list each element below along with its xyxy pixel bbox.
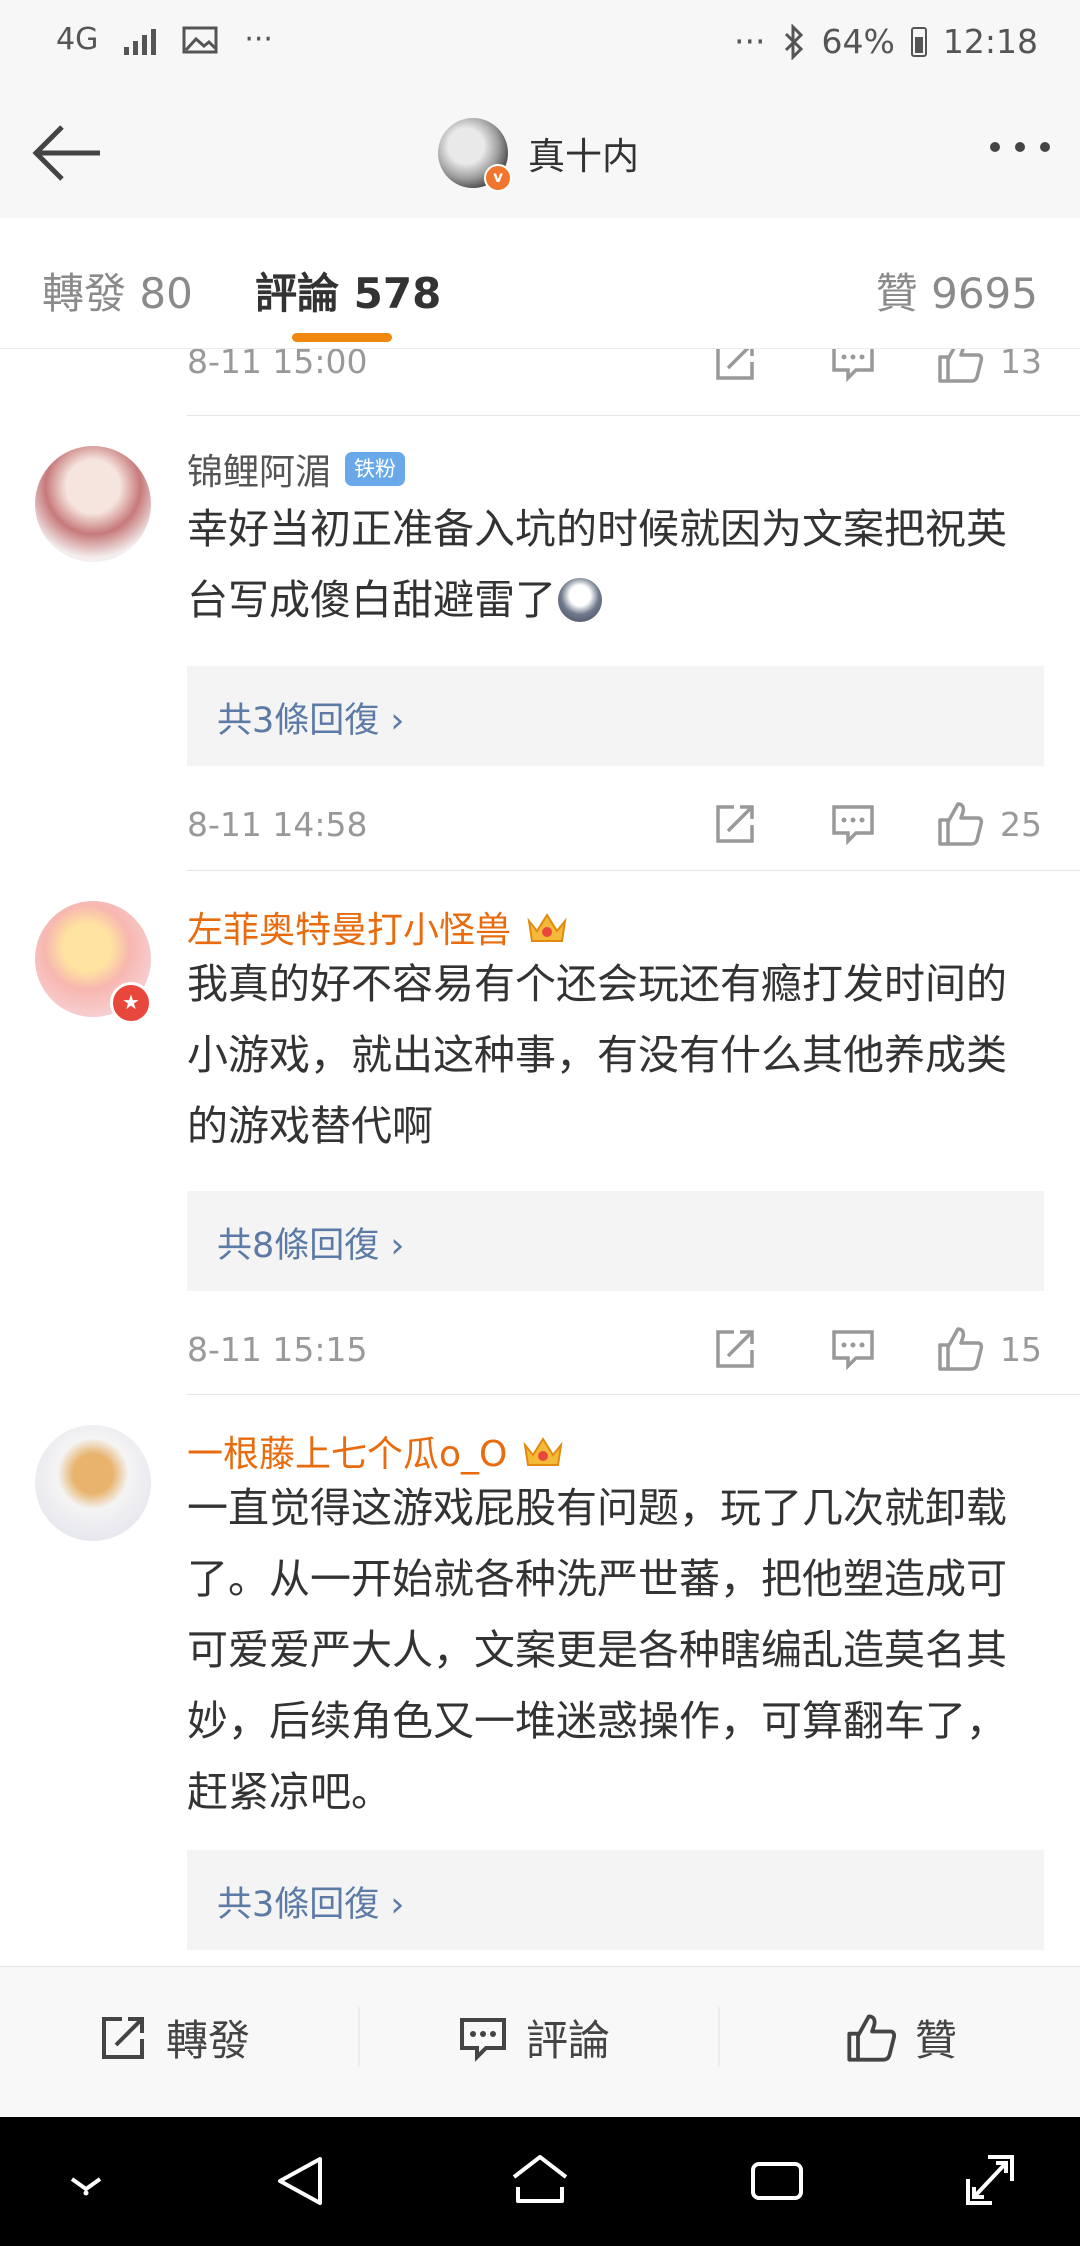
recent-apps-icon[interactable] xyxy=(748,2155,806,2207)
back-arrow-icon[interactable] xyxy=(28,120,104,186)
more-options-icon[interactable] xyxy=(990,142,1050,152)
tab-comments[interactable]: 評論 578 xyxy=(255,260,441,321)
status-dots-left: ··· xyxy=(244,22,273,57)
repost-button[interactable]: 轉發 xyxy=(98,2007,250,2068)
like-count: 25 xyxy=(1000,804,1042,844)
like-button[interactable]: 15 xyxy=(936,1325,1042,1373)
system-navigation-bar xyxy=(0,2117,1080,2246)
home-icon[interactable] xyxy=(508,2153,572,2209)
tab-bar: 轉發 80 評論 578 贊 9695 xyxy=(0,218,1080,349)
divider xyxy=(358,2007,360,2067)
replies-count: 共3條回復 › xyxy=(217,701,405,741)
comment-icon[interactable] xyxy=(830,1326,876,1372)
commenter-name-row[interactable]: 锦鲤阿湄 铁粉 xyxy=(187,443,406,495)
expand-icon[interactable] xyxy=(962,2151,1018,2209)
crown-icon xyxy=(527,913,567,942)
like-post-button[interactable]: 贊 xyxy=(845,2007,957,2068)
comment-text[interactable]: 幸好当初正准备入坑的时候就因为文案把祝英台写成傻白甜避雷了 xyxy=(187,494,1044,636)
thumbs-up-icon xyxy=(938,802,984,846)
commenter-avatar[interactable] xyxy=(35,1425,151,1541)
divider xyxy=(187,1394,1080,1395)
divider xyxy=(187,870,1080,871)
network-indicator: 4G xyxy=(56,22,99,57)
bluetooth-icon xyxy=(784,23,803,60)
like-label: 贊 xyxy=(915,2016,958,2065)
crown-icon xyxy=(523,1437,563,1466)
top-nav-bar: v 真十内 xyxy=(0,90,1080,219)
fan-badge: 铁粉 xyxy=(345,452,406,486)
verified-icon: v xyxy=(484,164,512,192)
tab-reposts[interactable]: 轉發 80 xyxy=(42,260,193,321)
profile-header[interactable]: v 真十内 xyxy=(438,118,639,192)
signal-icon xyxy=(124,25,157,55)
author-avatar[interactable]: v xyxy=(438,118,512,192)
comment-icon[interactable] xyxy=(830,801,876,847)
commenter-name[interactable]: 锦鲤阿湄 xyxy=(187,443,331,495)
commenter-name-row[interactable]: 一根藤上七个瓜o_O xyxy=(187,1425,565,1477)
comment-icon xyxy=(460,2017,506,2062)
commenter-name-row[interactable]: 左菲奥特曼打小怪兽 xyxy=(187,901,569,953)
commenter-avatar[interactable] xyxy=(35,446,151,562)
like-button[interactable]: 25 xyxy=(936,800,1042,848)
comment-list[interactable]: 8-11 15:00 13 锦鲤阿湄 铁粉 幸好当初正准备入坑的时候就因为文案把… xyxy=(0,349,1080,1966)
comment-text[interactable]: 一直觉得这游戏屁股有问题，玩了几次就卸载了。从一开始就各种洗严世蕃，把他塑造成可… xyxy=(187,1473,1044,1828)
comment-text[interactable]: 我真的好不容易有个还会玩还有瘾打发时间的小游戏，就出这种事，有没有什么其他养成类… xyxy=(187,949,1044,1162)
comment-date: 8-11 15:00 xyxy=(187,349,368,381)
thumbs-up-icon xyxy=(847,2013,897,2062)
replies-link[interactable]: 共8條回復 › xyxy=(187,1191,1044,1291)
thumbs-up-icon xyxy=(938,349,984,383)
comment-button[interactable]: 評論 xyxy=(458,2007,610,2068)
share-icon[interactable] xyxy=(712,349,758,384)
replies-count: 共8條回復 › xyxy=(217,1226,405,1266)
share-icon xyxy=(102,2016,144,2059)
emoji-icon xyxy=(558,578,602,622)
share-icon[interactable] xyxy=(712,801,758,847)
divider xyxy=(187,415,1080,416)
active-tab-indicator xyxy=(292,333,392,342)
share-icon[interactable] xyxy=(712,1326,758,1372)
battery-level: 64% xyxy=(821,22,895,61)
divider xyxy=(718,2007,720,2067)
replies-link[interactable]: 共3條回復 › xyxy=(187,1850,1044,1950)
comment-date: 8-11 14:58 xyxy=(187,804,368,844)
comment-icon[interactable] xyxy=(830,349,876,384)
member-badge-icon: ★ xyxy=(110,982,152,1024)
comment-label: 評論 xyxy=(526,2016,611,2065)
back-triangle-icon[interactable] xyxy=(272,2153,328,2209)
like-button[interactable]: 13 xyxy=(936,349,1042,385)
comment-actions: 8-11 15:15 15 xyxy=(187,1319,1042,1379)
commenter-name[interactable]: 左菲奥特曼打小怪兽 xyxy=(187,901,511,953)
author-name[interactable]: 真十内 xyxy=(528,126,639,180)
like-count: 15 xyxy=(1000,1329,1042,1369)
image-icon xyxy=(182,26,218,53)
chevron-down-icon[interactable] xyxy=(64,2167,108,2197)
replies-link[interactable]: 共3條回復 › xyxy=(187,666,1044,766)
comment-actions: 8-11 15:00 13 xyxy=(187,349,1042,391)
repost-label: 轉發 xyxy=(166,2016,251,2065)
battery-icon xyxy=(910,26,927,57)
status-bar: 4G ··· ··· 64% 12:18 xyxy=(0,0,1080,90)
commenter-name[interactable]: 一根藤上七个瓜o_O xyxy=(187,1425,507,1477)
comment-actions: 8-11 14:58 25 xyxy=(187,794,1042,854)
like-count: 13 xyxy=(1000,349,1042,381)
bottom-action-bar: 轉發 評論 贊 xyxy=(0,1966,1080,2118)
clock: 12:18 xyxy=(942,22,1038,61)
replies-count: 共3條回復 › xyxy=(217,1885,405,1925)
comment-date: 8-11 15:15 xyxy=(187,1329,368,1369)
thumbs-up-icon xyxy=(938,1327,984,1371)
tab-likes[interactable]: 贊 9695 xyxy=(876,260,1038,321)
status-dots-right: ··· xyxy=(734,22,766,61)
